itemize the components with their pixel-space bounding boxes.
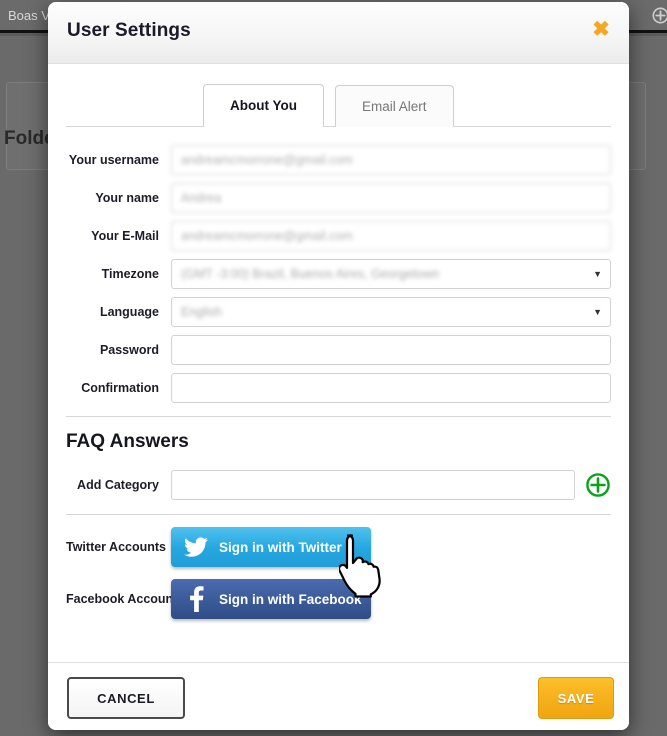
plus-circle-icon[interactable]	[585, 472, 611, 498]
user-settings-modal: User Settings ✖ About You Email Alert Yo…	[48, 2, 629, 730]
language-select[interactable]: English ▼	[171, 296, 611, 327]
label-language: Language	[99, 304, 159, 319]
tab-email-alert[interactable]: Email Alert	[335, 85, 454, 127]
field-wrapper-password	[171, 334, 611, 365]
sign-in-with-facebook-button[interactable]: Sign in with Facebook	[171, 579, 371, 619]
label-confirmation: Confirmation	[81, 380, 159, 395]
username-input[interactable]	[171, 144, 611, 175]
faq-section-title: FAQ Answers	[66, 431, 189, 452]
field-wrapper-language: English ▼	[171, 296, 611, 327]
form-row-name: Your name	[66, 182, 611, 213]
sign-in-with-twitter-button[interactable]: Sign in with Twitter	[171, 527, 371, 567]
language-selected-value: English	[181, 304, 222, 319]
tab-bar: About You Email Alert	[48, 64, 629, 127]
field-wrapper-email	[171, 220, 611, 251]
twitter-row: Twitter Accounts Sign in with Twitter	[66, 524, 611, 570]
facebook-f-icon	[181, 586, 211, 612]
label-name: Your name	[95, 190, 159, 205]
label-username: Your username	[68, 152, 159, 167]
add-category-row: Add Category	[66, 469, 611, 500]
chevron-down-icon: ▼	[593, 306, 602, 317]
background-tab-label: Boas V	[8, 8, 50, 23]
cancel-button[interactable]: CANCEL	[67, 677, 185, 719]
divider-faq-top	[66, 416, 611, 417]
label-twitter-accounts: Twitter Accounts	[66, 540, 167, 554]
timezone-select[interactable]: (GMT -3:00) Brazil, Buenos Aires, George…	[171, 258, 611, 289]
label-password: Password	[99, 342, 159, 357]
form-row-email: Your E-Mail	[66, 220, 611, 251]
facebook-row: Facebook Account Sign in with Facebook	[66, 576, 611, 622]
timezone-selected-value: (GMT -3:00) Brazil, Buenos Aires, George…	[181, 266, 440, 281]
field-wrapper-name	[171, 182, 611, 213]
twitter-button-label: Sign in with Twitter	[219, 539, 342, 555]
label-facebook-account: Facebook Account	[66, 592, 178, 606]
confirmation-input[interactable]	[171, 372, 611, 403]
form-row-language: Language English ▼	[66, 296, 611, 327]
field-wrapper-confirmation	[171, 372, 611, 403]
modal-header: User Settings ✖	[48, 2, 629, 64]
field-wrapper-timezone: (GMT -3:00) Brazil, Buenos Aires, George…	[171, 258, 611, 289]
modal-footer: CANCEL SAVE	[48, 662, 629, 730]
label-email: Your E-Mail	[91, 228, 159, 243]
plus-circle-icon	[652, 7, 667, 24]
form-row-timezone: Timezone (GMT -3:00) Brazil, Buenos Aire…	[66, 258, 611, 289]
divider-faq-bottom	[66, 514, 611, 515]
name-input[interactable]	[171, 182, 611, 213]
field-wrapper-username	[171, 144, 611, 175]
form-row-password: Password	[66, 334, 611, 365]
tab-about-you[interactable]: About You	[203, 84, 324, 127]
form-row-username: Your username	[66, 144, 611, 175]
chevron-down-icon: ▼	[593, 268, 602, 279]
add-category-input[interactable]	[171, 469, 575, 500]
email-input[interactable]	[171, 220, 611, 251]
save-button[interactable]: SAVE	[538, 677, 614, 719]
close-icon[interactable]: ✖	[590, 19, 612, 41]
password-input[interactable]	[171, 334, 611, 365]
twitter-bird-icon	[181, 537, 211, 557]
label-add-category: Add Category	[77, 477, 159, 492]
settings-form: Your username Your name Your E-Mail Time…	[48, 127, 629, 403]
label-timezone: Timezone	[101, 266, 159, 281]
form-row-confirmation: Confirmation	[66, 372, 611, 403]
page-title: User Settings	[67, 20, 191, 41]
facebook-button-label: Sign in with Facebook	[219, 591, 362, 607]
